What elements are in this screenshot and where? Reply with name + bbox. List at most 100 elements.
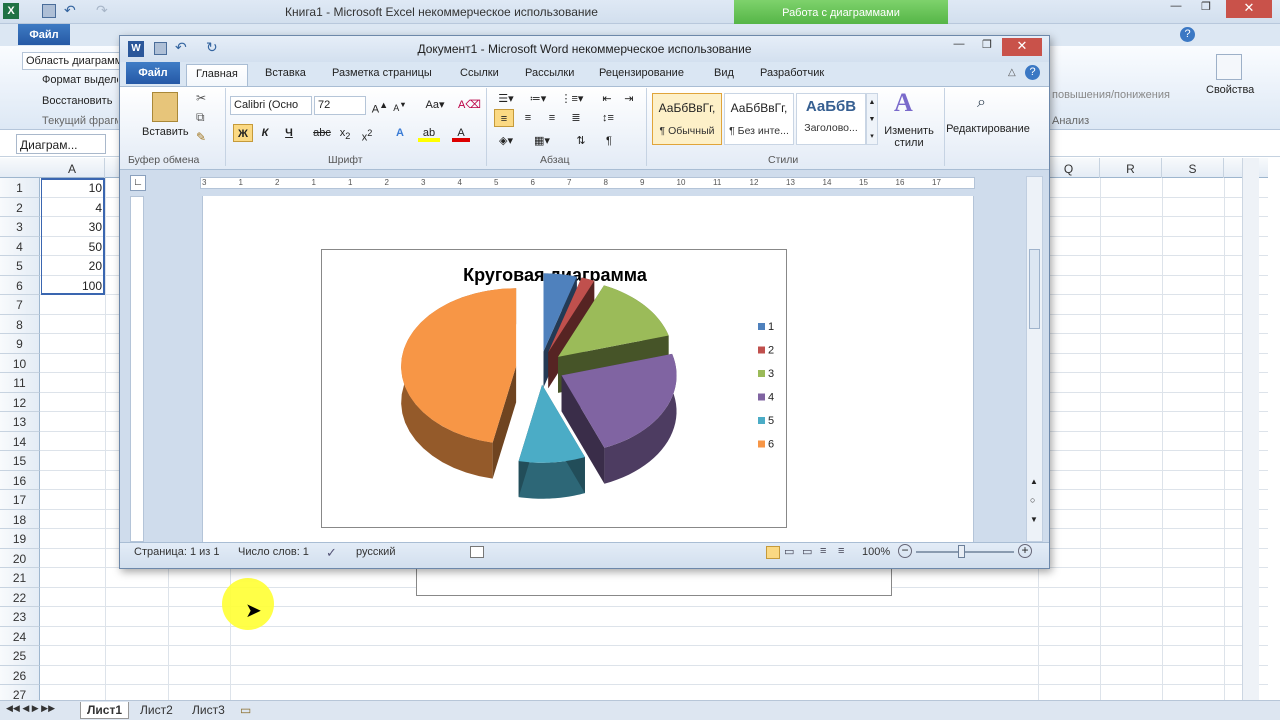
row-header[interactable]: 6 — [0, 275, 40, 295]
insert-sheet-icon[interactable]: ▭ — [240, 703, 251, 717]
bold-button[interactable]: Ж — [233, 124, 253, 142]
redo-icon[interactable]: ↷ — [96, 2, 108, 19]
tab-selector-icon[interactable]: ∟ — [130, 175, 146, 191]
tab-view[interactable]: Вид — [714, 67, 734, 79]
cut-icon[interactable]: ✂ — [196, 91, 206, 105]
zoom-slider[interactable] — [916, 551, 1014, 553]
word-file-tab[interactable]: Файл — [126, 62, 180, 84]
row-header[interactable]: 19 — [0, 529, 40, 549]
next-page-icon[interactable]: ▼ — [1030, 515, 1038, 524]
numbering-icon[interactable]: ≔▾ — [526, 90, 550, 108]
reset-style-button[interactable]: Восстановить — [42, 95, 118, 107]
word-minimize-icon[interactable]: — — [946, 38, 972, 56]
chart-tools-context-tab[interactable]: Работа с диаграммами — [734, 0, 948, 26]
save-icon[interactable] — [42, 4, 56, 18]
bullets-icon[interactable]: ☰▾ — [494, 90, 518, 108]
grid-row[interactable] — [40, 627, 1268, 646]
cell-a2[interactable]: 4 — [41, 198, 104, 217]
row-header[interactable]: 8 — [0, 314, 40, 334]
font-name-select[interactable]: Calibri (Осно — [230, 96, 312, 115]
excel-file-tab[interactable]: Файл — [18, 24, 70, 45]
properties-icon[interactable] — [1216, 54, 1242, 80]
word-restore-icon[interactable]: ❐ — [974, 38, 1000, 56]
row-header[interactable]: 12 — [0, 392, 40, 412]
language-status[interactable]: русский — [356, 546, 395, 558]
align-center-icon[interactable]: ≡ — [518, 109, 538, 127]
font-color-icon[interactable]: A — [452, 124, 470, 142]
row-header[interactable]: 26 — [0, 665, 40, 685]
close-icon[interactable]: ✕ — [1226, 0, 1272, 18]
zoom-level[interactable]: 100% — [862, 546, 890, 558]
row-header[interactable]: 23 — [0, 607, 40, 627]
row-header[interactable]: 14 — [0, 431, 40, 451]
vertical-ruler[interactable] — [130, 196, 144, 542]
tab-mailings[interactable]: Рассылки — [525, 67, 574, 79]
style-normal[interactable]: АаБбВвГг, ¶ Обычный — [652, 93, 722, 145]
row-header[interactable]: 13 — [0, 412, 40, 432]
row-header[interactable]: 15 — [0, 451, 40, 471]
text-effects-icon[interactable]: A — [390, 124, 410, 142]
updown-bars-button[interactable]: повышения/понижения — [1052, 89, 1170, 101]
subscript-icon[interactable]: x2 — [336, 124, 354, 142]
style-no-spacing[interactable]: АаБбВвГг, ¶ Без инте... — [724, 93, 794, 145]
row-header[interactable]: 17 — [0, 490, 40, 510]
macro-record-icon[interactable] — [470, 546, 484, 558]
row-header[interactable]: 21 — [0, 568, 40, 588]
row-header[interactable]: 4 — [0, 236, 40, 256]
strikethrough-icon[interactable]: abc — [312, 124, 332, 142]
row-header[interactable]: 2 — [0, 197, 40, 217]
change-styles-button[interactable]: Изменить стили — [880, 125, 938, 149]
zoom-slider-thumb[interactable] — [958, 545, 965, 558]
help-icon[interactable]: ? — [1180, 27, 1195, 42]
row-header[interactable]: 5 — [0, 256, 40, 276]
row-header[interactable]: 18 — [0, 509, 40, 529]
view-print-layout-icon[interactable] — [766, 546, 780, 559]
sheet-tab-3[interactable]: Лист3 — [186, 702, 231, 719]
view-outline-icon[interactable]: ≡ — [820, 545, 826, 557]
prev-page-icon[interactable]: ▲ — [1030, 477, 1038, 486]
row-header[interactable]: 22 — [0, 587, 40, 607]
font-size-select[interactable]: 72 — [314, 96, 366, 115]
column-header-r[interactable]: R — [1100, 158, 1162, 178]
zoom-out-icon[interactable]: − — [898, 544, 912, 558]
format-painter-icon[interactable]: ✎ — [196, 130, 206, 144]
scroll-thumb[interactable] — [1029, 249, 1040, 329]
line-spacing-icon[interactable]: ↕≡ — [596, 109, 620, 127]
excel-app-icon[interactable]: X — [3, 3, 19, 19]
row-header[interactable]: 1 — [0, 178, 40, 198]
excel-vertical-scrollbar[interactable] — [1242, 158, 1259, 706]
change-styles-icon[interactable]: A — [894, 88, 913, 118]
italic-button[interactable]: К — [256, 124, 274, 142]
row-header[interactable]: 7 — [0, 295, 40, 315]
tab-home[interactable]: Главная — [186, 64, 248, 86]
borders-icon[interactable]: ▦▾ — [530, 132, 554, 150]
sheet-tab-1[interactable]: Лист1 — [80, 702, 130, 719]
word-help-icon[interactable]: ? — [1025, 65, 1040, 80]
embedded-chart-frame[interactable] — [416, 566, 892, 596]
row-header[interactable]: 3 — [0, 217, 40, 237]
row-header[interactable]: 20 — [0, 548, 40, 568]
row-header[interactable]: 9 — [0, 334, 40, 354]
undo-icon[interactable]: ↶ — [64, 2, 76, 19]
sheet-tab-2[interactable]: Лист2 — [134, 702, 179, 719]
align-right-icon[interactable]: ≡ — [542, 109, 562, 127]
tab-review[interactable]: Рецензирование — [599, 67, 684, 79]
cell-a4[interactable]: 50 — [41, 237, 104, 256]
justify-icon[interactable]: ≣ — [566, 109, 586, 127]
name-box[interactable]: Диаграм... — [16, 134, 106, 154]
highlight-icon[interactable]: ab — [418, 124, 440, 142]
view-web-icon[interactable]: ▭ — [802, 545, 812, 558]
cell-a6[interactable]: 100 — [41, 276, 104, 295]
copy-icon[interactable]: ⧉ — [196, 110, 205, 125]
column-header-a[interactable]: A — [40, 158, 105, 178]
tab-page-layout[interactable]: Разметка страницы — [332, 67, 432, 79]
properties-button[interactable]: Свойства — [1206, 84, 1254, 96]
column-header-s[interactable]: S — [1162, 158, 1224, 178]
word-vertical-scrollbar[interactable]: ▲ ○ ▼ — [1026, 176, 1043, 542]
styles-scroll-icon[interactable]: ▲ ▼ ▾ — [866, 93, 878, 145]
cell-a5[interactable]: 20 — [41, 256, 104, 275]
sheet-nav-icons[interactable]: ◀◀ ◀ ▶ ▶▶ — [6, 703, 55, 714]
chart-area-select[interactable]: Область диаграммы — [22, 52, 120, 70]
clear-format-icon[interactable]: A⌫ — [458, 96, 481, 114]
tab-insert[interactable]: Вставка — [265, 67, 306, 79]
